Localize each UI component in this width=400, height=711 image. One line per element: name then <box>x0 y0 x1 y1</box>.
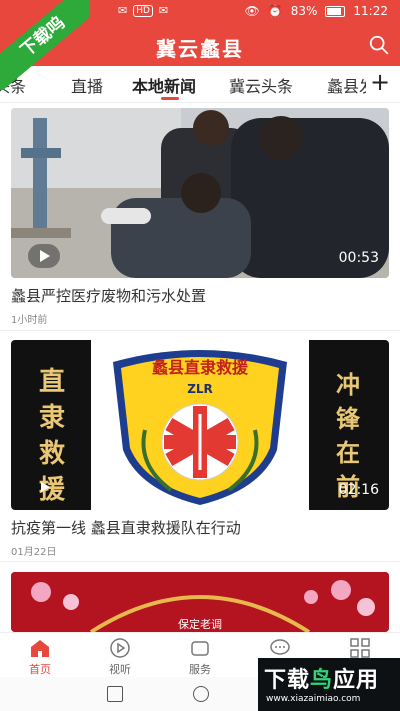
brand-name-c: 应用 <box>333 668 380 693</box>
notification-icon: ✉ <box>158 4 169 17</box>
nav-video-label: 视听 <box>109 663 131 676</box>
emblem-title: 蠡县直隶救援 <box>151 358 248 377</box>
corner-watermark-text: 下载呜 <box>0 0 90 90</box>
brand-name-a: 下载 <box>264 668 311 693</box>
play-circle-icon <box>110 638 130 658</box>
search-icon[interactable] <box>368 34 390 56</box>
battery-icon <box>325 5 346 17</box>
home-button-icon[interactable] <box>193 686 209 702</box>
brand-logo-text: 下载鸟应用 <box>264 662 379 694</box>
brand-watermark: 下载鸟应用 www.xiazaimiao.com <box>258 658 400 711</box>
tab-local-news[interactable]: 本地新闻 <box>132 73 196 97</box>
brand-url: www.xiazaimiao.com <box>266 694 361 704</box>
news-time: 01月22日 <box>11 547 57 558</box>
tab-jiyun-headlines[interactable]: 冀云头条 <box>229 73 293 97</box>
nav-video[interactable]: 视听 <box>90 637 150 677</box>
divider <box>0 561 400 562</box>
status-time: 11:22 <box>353 4 388 18</box>
home-icon <box>31 640 49 657</box>
grid-icon <box>350 638 370 658</box>
news-card[interactable]: 00:53 蠡县严控医疗废物和污水处置 1小时前 <box>11 108 389 326</box>
status-left-icons: ✉ HD ✉ <box>118 4 168 17</box>
wechat-icon: ✉ <box>118 4 128 17</box>
video-thumbnail[interactable]: 直隶救援 冲锋在前 蠡县直隶救援 ZLR 02:16 <box>11 340 389 510</box>
divider <box>0 330 400 331</box>
alarm-icon: ⏰ <box>267 4 283 18</box>
nav-service[interactable]: 服务 <box>170 637 230 677</box>
nav-home[interactable]: 首页 <box>10 637 70 677</box>
emblem-code: ZLR <box>187 382 213 396</box>
thumbnail-image <box>11 108 389 278</box>
video-thumbnail[interactable]: 保定老调 <box>11 572 389 632</box>
news-card[interactable]: 保定老调 <box>11 572 389 632</box>
nav-home-label: 首页 <box>29 663 51 676</box>
brand-name-b: 鸟 <box>310 668 334 693</box>
banner-caption: 保定老调 <box>178 618 222 631</box>
video-duration: 00:53 <box>338 250 379 266</box>
video-duration: 02:16 <box>338 482 379 498</box>
play-icon[interactable] <box>28 244 60 268</box>
status-right: 👁 ⏰ 83% 11:22 <box>245 4 388 18</box>
eye-icon: 👁 <box>244 4 260 18</box>
battery-percent: 83% <box>290 4 318 18</box>
nav-service-label: 服务 <box>189 663 211 676</box>
corner-watermark: 下载呜 <box>0 0 90 90</box>
news-card[interactable]: 直隶救援 冲锋在前 蠡县直隶救援 ZLR 02:16 抗疫第一线 蠡县直隶救援队… <box>11 340 389 558</box>
news-title[interactable]: 抗疫第一线 蠡县直隶救援队在行动 <box>11 517 389 538</box>
chat-icon <box>270 639 290 655</box>
recent-apps-icon[interactable] <box>107 686 123 702</box>
news-title[interactable]: 蠡县严控医疗废物和污水处置 <box>11 285 389 306</box>
news-time: 1小时前 <box>11 315 48 326</box>
add-tab-button[interactable]: + <box>366 68 394 96</box>
hd-badge: HD <box>133 4 153 17</box>
active-tab-indicator <box>161 97 179 100</box>
service-icon <box>191 641 209 656</box>
play-icon[interactable] <box>41 482 50 492</box>
video-thumbnail[interactable]: 00:53 <box>11 108 389 278</box>
